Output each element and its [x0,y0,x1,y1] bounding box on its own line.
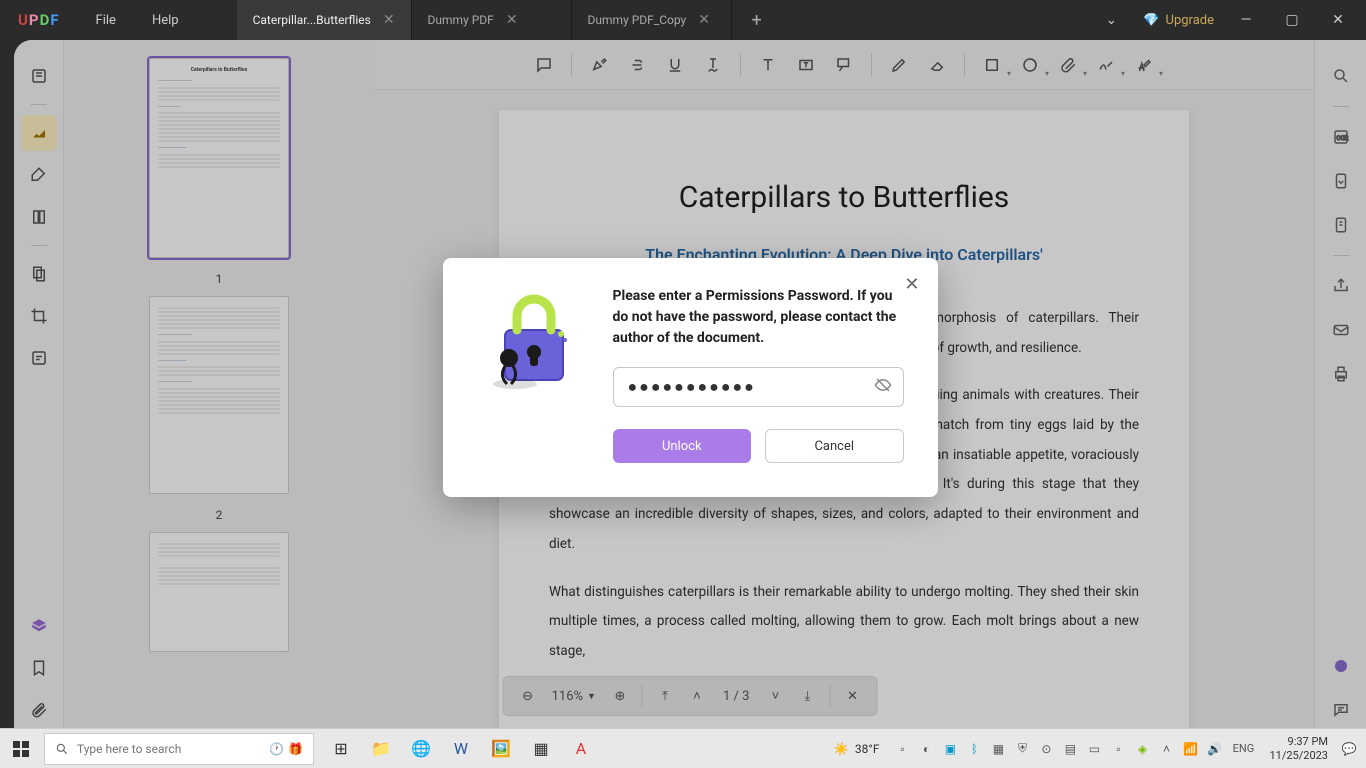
nvidia-icon[interactable]: ◈ [1131,733,1153,765]
close-icon[interactable]: ✕ [506,12,518,28]
close-icon[interactable]: ✕ [904,274,919,295]
upgrade-label: Upgrade [1166,13,1214,28]
tray-app-icon[interactable]: ▭ [1083,733,1105,765]
titlebar-right: ⌄ 💎 Upgrade — ▢ ✕ [1097,12,1366,28]
explorer-icon[interactable]: 📁 [362,730,400,768]
volume-icon[interactable]: 🔊 [1203,733,1225,765]
chrome-icon[interactable]: 🌐 [402,730,440,768]
weather-temp: 38°F [855,742,880,756]
tray-app-icon[interactable]: ▤ [1059,733,1081,765]
language-indicator[interactable]: ENG [1227,733,1259,765]
taskbar-apps: ⊞ 📁 🌐 W 🖼️ ▦ A [322,730,600,768]
gift-widget-icon: 🎁 [288,742,303,756]
tray-app-icon[interactable]: ▦ [987,733,1009,765]
upgrade-button[interactable]: 💎 Upgrade [1143,13,1214,28]
tab-label: Caterpillar...Butterflies [253,13,371,27]
word-icon[interactable]: W [442,730,480,768]
tab-dummy-pdf[interactable]: Dummy PDF ✕ [412,0,572,40]
photos-icon[interactable]: 🖼️ [482,730,520,768]
menu-file[interactable]: File [78,13,134,28]
chevron-down-icon[interactable]: ⌄ [1097,12,1125,28]
password-input-wrap [613,367,904,407]
close-button[interactable]: ✕ [1324,12,1352,28]
app-body: Caterpillars to Butterflies ────────────… [14,40,1366,728]
dialog-message: Please enter a Permissions Password. If … [613,286,904,349]
titlebar: UPDF File Help Caterpillar...Butterflies… [0,0,1366,40]
close-icon[interactable]: ✕ [383,12,395,28]
windows-taskbar: Type here to search 🕐 🎁 ⊞ 📁 🌐 W 🖼️ ▦ A ☀… [0,728,1366,768]
system-tray: ☀️ 38°F ▫ ◐ ▣ ᛒ ▦ ⛨ ⊙ ▤ ▭ ▫ ◈ ˄ 📶 🔊 ENG … [824,733,1366,765]
tab-add-button[interactable]: + [732,0,782,40]
bluetooth-icon[interactable]: ᛒ [963,733,985,765]
tab-label: Dummy PDF [428,13,494,27]
tab-caterpillar[interactable]: Caterpillar...Butterflies ✕ [237,0,412,40]
gem-icon: 💎 [1143,13,1159,28]
date: 11/25/2023 [1269,749,1328,762]
search-placeholder: Type here to search [77,742,181,756]
password-input[interactable] [613,367,904,407]
weather-widget[interactable]: ☀️ 38°F [824,742,890,756]
lock-illustration [477,286,587,396]
dialog-body: Please enter a Permissions Password. If … [613,286,904,463]
unlock-button[interactable]: Unlock [613,429,752,463]
tray-app-icon[interactable]: ⊙ [1035,733,1057,765]
notifications-icon[interactable]: 💬 [1338,733,1360,765]
eye-icon[interactable] [874,376,892,398]
tabs: Caterpillar...Butterflies ✕ Dummy PDF ✕ … [237,0,782,40]
time: 9:37 PM [1269,735,1328,748]
wifi-icon[interactable]: 📶 [1179,733,1201,765]
start-button[interactable] [0,729,42,768]
cancel-button[interactable]: Cancel [765,429,904,463]
search-icon [55,742,69,756]
tray-app-icon[interactable]: ▫ [891,733,913,765]
maximize-button[interactable]: ▢ [1278,12,1306,28]
tray-app-icon[interactable]: ⛨ [1011,733,1033,765]
task-view-icon[interactable]: ⊞ [322,730,360,768]
tray-app-icon[interactable]: ◐ [915,733,937,765]
tab-dummy-pdf-copy[interactable]: Dummy PDF_Copy ✕ [572,0,732,40]
close-icon[interactable]: ✕ [698,12,710,28]
taskbar-search[interactable]: Type here to search 🕐 🎁 [44,733,314,765]
acrobat-icon[interactable]: A [562,730,600,768]
tray-app-icon[interactable]: ▫ [1107,733,1129,765]
menu-help[interactable]: Help [134,13,197,28]
dialog-actions: Unlock Cancel [613,429,904,463]
app-logo: UPDF [0,11,78,29]
tray-app-icon[interactable]: ▣ [939,733,961,765]
password-dialog: ✕ Please enter a Permissions Pas [443,258,938,497]
password-dialog-backdrop: ✕ Please enter a Permissions Pas [14,40,1366,728]
tab-label: Dummy PDF_Copy [588,13,687,27]
sun-icon: ☀️ [834,742,849,756]
tray-overflow-icon[interactable]: ˄ [1155,733,1177,765]
app-icon[interactable]: ▦ [522,730,560,768]
clock[interactable]: 9:37 PM 11/25/2023 [1261,735,1336,761]
clock-widget-icon: 🕐 [269,742,284,756]
minimize-button[interactable]: — [1232,12,1260,28]
